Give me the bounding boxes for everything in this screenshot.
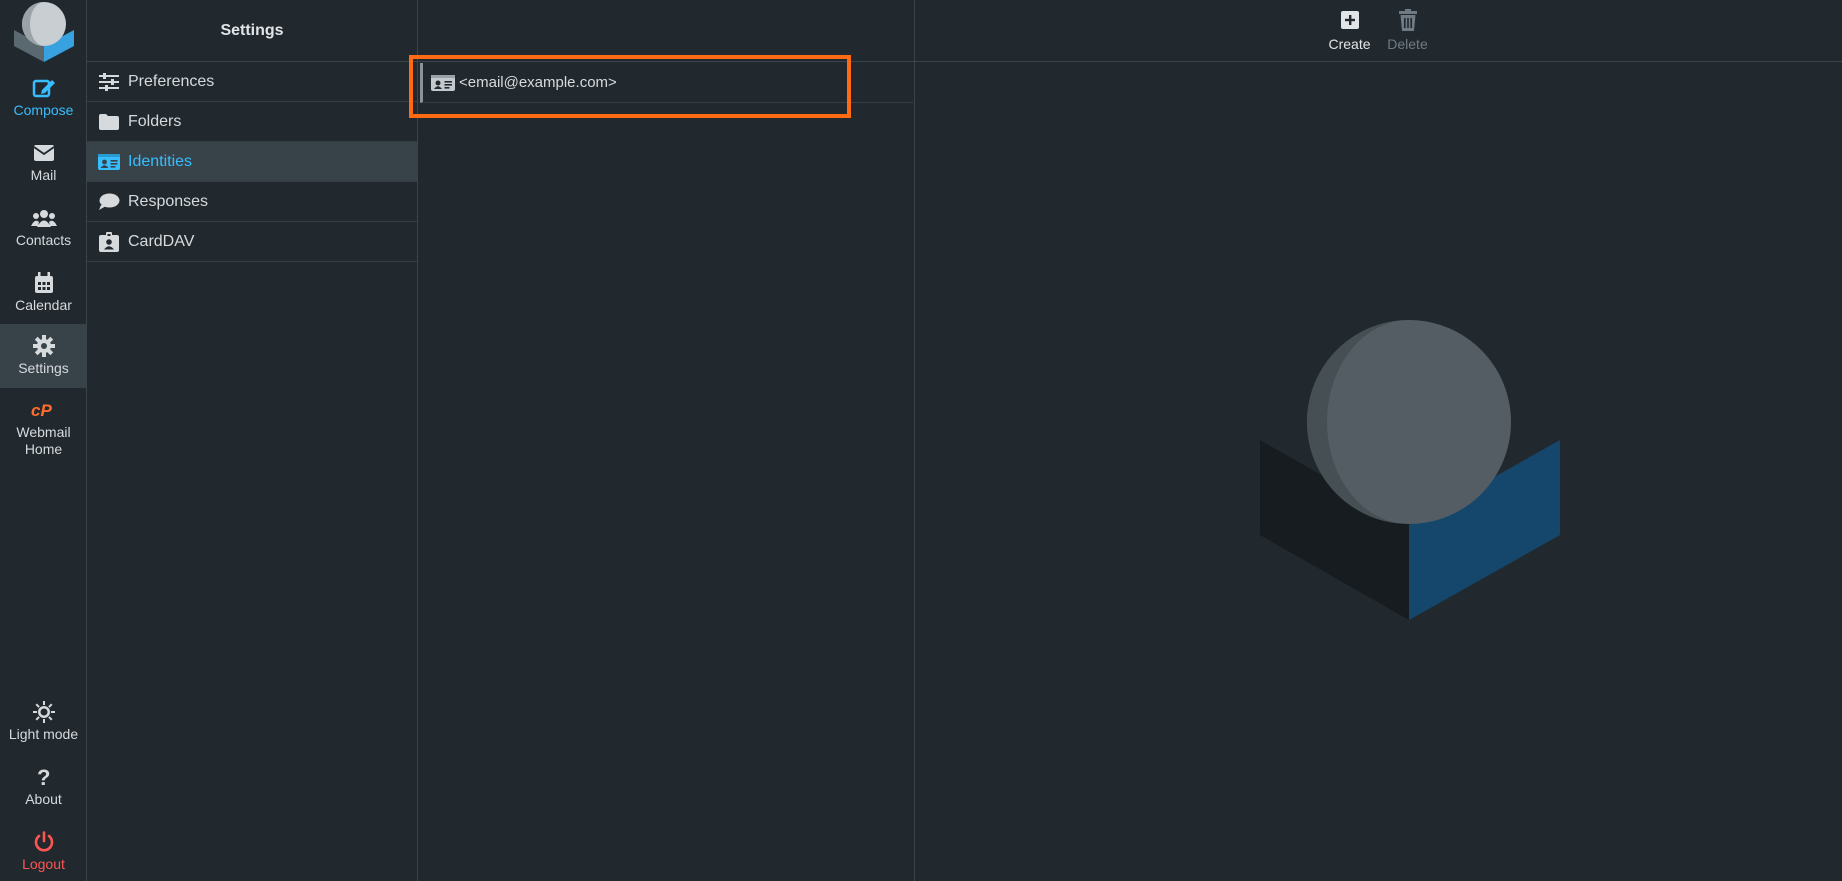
nav-webmail-home[interactable]: cP Webmail Home: [0, 392, 87, 462]
badge-icon: [98, 231, 120, 252]
nav-compose-label: Compose: [13, 102, 74, 118]
delete-button[interactable]: Delete: [1386, 8, 1430, 61]
nav-webmail-home-label: Webmail Home: [16, 424, 71, 457]
question-icon: ?: [36, 763, 52, 791]
app-window: Compose Mail Contacts Calendar Settings: [0, 0, 1842, 881]
create-label: Create: [1328, 36, 1371, 52]
nav-mail-label: Mail: [30, 167, 57, 183]
identity-email: <email@example.com>: [459, 74, 617, 91]
envelope-icon: [32, 139, 55, 167]
create-button[interactable]: Create: [1328, 8, 1372, 61]
nav-light-mode-label: Light mode: [8, 726, 79, 742]
comment-icon: [98, 192, 120, 212]
svg-text:?: ?: [37, 766, 50, 788]
nav-compose[interactable]: Compose: [0, 66, 87, 130]
identities-list: <email@example.com>: [418, 0, 915, 881]
delete-label: Delete: [1387, 36, 1428, 52]
settings-item-label: Responses: [128, 192, 209, 210]
nav-contacts-label: Contacts: [15, 232, 72, 248]
nav-contacts[interactable]: Contacts: [0, 196, 87, 260]
settings-item-folders[interactable]: Folders: [87, 102, 417, 142]
nav-light-mode[interactable]: Light mode: [0, 690, 87, 754]
cpanel-icon: cP: [30, 396, 58, 424]
svg-text:cP: cP: [31, 401, 52, 420]
nav-about-label: About: [25, 791, 62, 807]
gear-icon: [32, 332, 55, 360]
id-card-icon: [98, 152, 120, 172]
settings-item-label: Folders: [128, 112, 182, 130]
nav-about[interactable]: ? About: [0, 755, 87, 819]
power-icon: [33, 828, 55, 856]
toolbar: Create Delete: [915, 0, 1842, 62]
settings-title: Settings: [87, 0, 417, 62]
nav-calendar[interactable]: Calendar: [0, 261, 87, 325]
settings-item-carddav[interactable]: CardDAV: [87, 222, 417, 262]
plus-square-icon: [1340, 8, 1359, 32]
nav-settings-label: Settings: [18, 360, 69, 376]
identity-row[interactable]: <email@example.com>: [420, 63, 913, 103]
settings-item-responses[interactable]: Responses: [87, 182, 417, 222]
calendar-icon: [34, 269, 54, 297]
users-icon: [30, 204, 57, 232]
settings-sidebar: Settings Preferences Folders Identities …: [87, 0, 418, 881]
settings-item-label: Identities: [128, 152, 193, 170]
trash-icon: [1398, 8, 1417, 32]
identities-list-header: [418, 0, 914, 62]
nav-logout-label: Logout: [22, 856, 65, 872]
settings-item-identities[interactable]: Identities: [87, 142, 417, 182]
roundcube-watermark-logo: [1260, 320, 1560, 620]
nav-mail[interactable]: Mail: [0, 131, 87, 195]
settings-item-label: Preferences: [128, 72, 215, 90]
roundcube-logo[interactable]: [12, 0, 76, 62]
nav-calendar-label: Calendar: [15, 297, 72, 313]
compose-icon: [32, 74, 56, 102]
folder-icon: [98, 112, 120, 132]
settings-item-label: CardDAV: [128, 232, 195, 250]
content-pane: Create Delete: [915, 0, 1842, 881]
nav-settings[interactable]: Settings: [0, 324, 87, 388]
main-navigation: Compose Mail Contacts Calendar Settings: [0, 0, 87, 881]
sun-icon: [32, 698, 55, 726]
nav-logout[interactable]: Logout: [0, 820, 87, 881]
sliders-icon: [98, 72, 120, 92]
settings-item-preferences[interactable]: Preferences: [87, 62, 417, 102]
id-card-icon: [431, 74, 455, 92]
